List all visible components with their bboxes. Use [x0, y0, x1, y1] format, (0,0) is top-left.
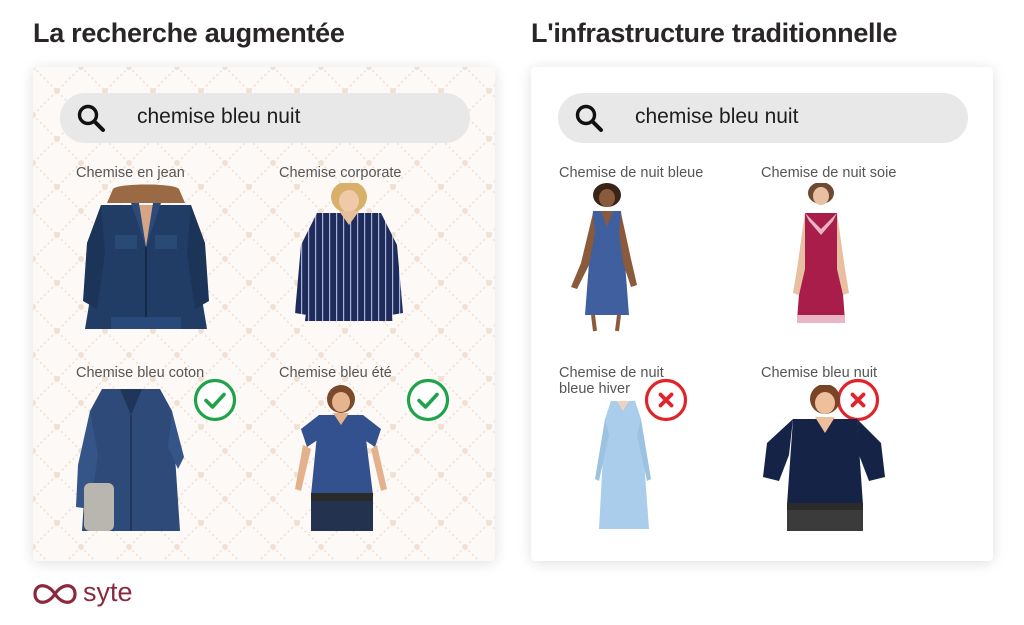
- denim-shirt-image: [83, 184, 209, 329]
- product-label: Chemise de nuit soie: [761, 165, 897, 181]
- tunic-shirt-image: [76, 389, 184, 531]
- search-bar[interactable]: chemise bleu nuit: [60, 93, 470, 143]
- product-card[interactable]: Chemise de nuit bleue hiver: [559, 365, 769, 560]
- product-card[interactable]: Chemise bleu nuit: [761, 365, 971, 560]
- product-label: Chemise bleu nuit: [761, 365, 878, 381]
- search-query: chemise bleu nuit: [635, 105, 799, 128]
- brand-name: syte: [83, 577, 133, 607]
- product-label: Chemise bleu coton: [76, 365, 205, 381]
- product-label: Chemise bleu été: [279, 365, 392, 381]
- product-label: Chemise de nuit bleue: [559, 165, 704, 181]
- traditional-search-panel: chemise bleu nuit Chemise de nuit bleue …: [531, 67, 993, 561]
- augmented-search-panel: chemise bleu nuit Chemise en jean Chemis…: [33, 67, 495, 561]
- product-label: Chemise de nuit bleue hiver: [559, 365, 664, 397]
- product-card[interactable]: Chemise en jean: [76, 165, 286, 422]
- search-query: chemise bleu nuit: [137, 105, 301, 128]
- brand-logo: syte: [33, 577, 143, 610]
- product-card[interactable]: Chemise bleu été: [279, 365, 489, 560]
- navy-polo-shirt-image: [763, 385, 885, 531]
- left-heading: La recherche augmentée: [33, 18, 345, 48]
- search-icon: [77, 104, 105, 132]
- product-card[interactable]: Chemise de nuit bleue: [559, 165, 769, 422]
- search-bar[interactable]: chemise bleu nuit: [558, 93, 968, 143]
- infinity-logo-icon: [33, 584, 77, 604]
- blue-dress-image: [571, 183, 637, 332]
- right-heading: L'infrastructure traditionnelle: [531, 18, 898, 48]
- product-card[interactable]: Chemise de nuit soie: [761, 165, 971, 422]
- product-label: Chemise en jean: [76, 165, 185, 181]
- product-card[interactable]: Chemise bleu coton: [76, 365, 286, 560]
- product-label: Chemise corporate: [279, 165, 402, 181]
- long-nightgown-image: [595, 401, 651, 529]
- short-sleeve-shirt-image: [295, 385, 387, 531]
- striped-shirt-image: [295, 183, 403, 321]
- product-card[interactable]: Chemise corporate: [279, 165, 489, 422]
- silk-slip-image: [793, 183, 849, 323]
- search-icon: [575, 104, 603, 132]
